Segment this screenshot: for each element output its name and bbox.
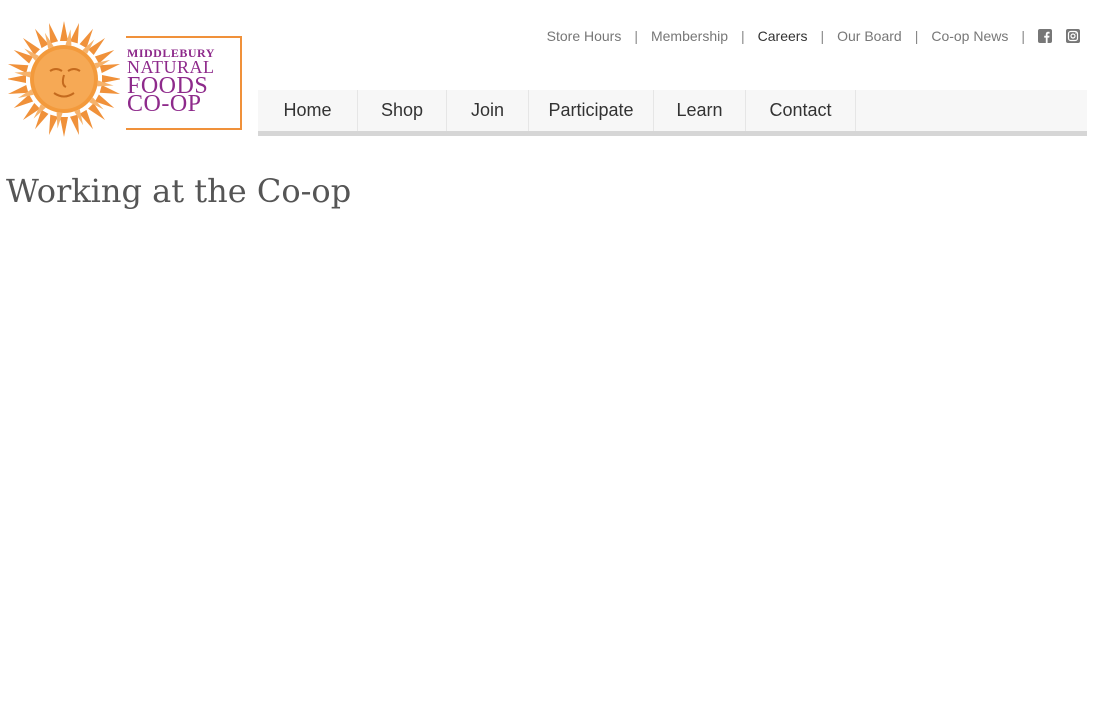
- page: MIDDLEBURY NATURAL FOODS CO-OP Store Hou…: [0, 0, 1100, 708]
- util-separator: |: [914, 28, 919, 44]
- util-link-our-board[interactable]: Our Board: [837, 28, 902, 44]
- util-link-store-hours[interactable]: Store Hours: [547, 28, 622, 44]
- social-links: [1038, 29, 1080, 43]
- nav-item-join[interactable]: Join: [447, 90, 529, 131]
- util-separator: |: [741, 28, 745, 44]
- nav-item-participate[interactable]: Participate: [529, 90, 654, 131]
- util-separator: |: [634, 28, 638, 44]
- logo-text-coop: CO-OP: [127, 91, 202, 117]
- util-separator: |: [820, 28, 825, 44]
- sun-logo-icon: [8, 21, 120, 137]
- page-title: Working at the Co-op: [6, 172, 352, 210]
- util-link-careers[interactable]: Careers: [758, 28, 808, 44]
- instagram-icon[interactable]: [1066, 29, 1080, 43]
- util-link-coop-news[interactable]: Co-op News: [931, 28, 1008, 44]
- nav-item-shop[interactable]: Shop: [358, 90, 447, 131]
- util-link-membership[interactable]: Membership: [651, 28, 728, 44]
- nav-item-home[interactable]: Home: [258, 90, 358, 131]
- nav-item-contact[interactable]: Contact: [746, 90, 856, 131]
- utility-nav: Store Hours | Membership | Careers | Our…: [547, 28, 1080, 44]
- util-separator: |: [1021, 28, 1025, 44]
- nav-item-learn[interactable]: Learn: [654, 90, 746, 131]
- main-nav: Home Shop Join Participate Learn Contact: [258, 90, 1087, 136]
- site-logo[interactable]: MIDDLEBURY NATURAL FOODS CO-OP: [8, 20, 242, 138]
- facebook-icon[interactable]: [1038, 29, 1052, 43]
